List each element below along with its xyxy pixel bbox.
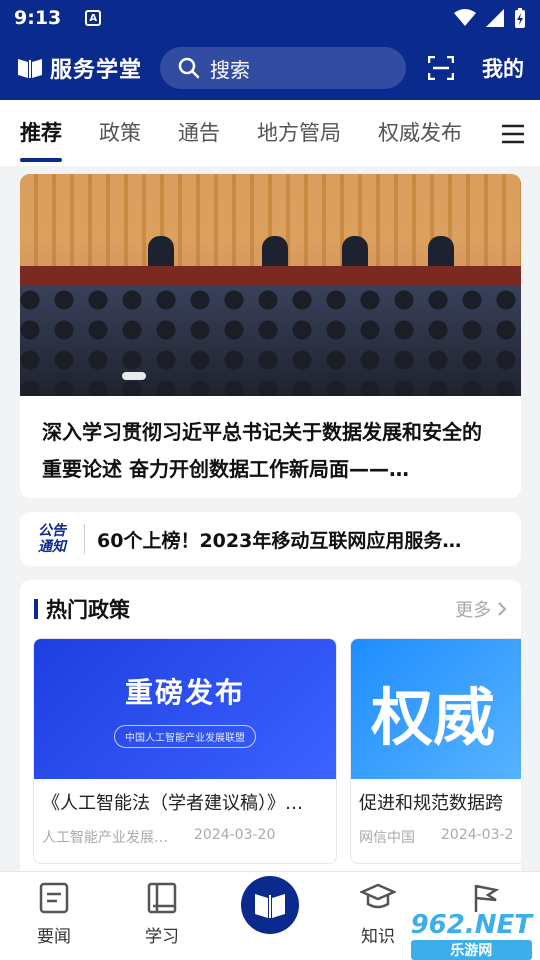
tab-local-bureau[interactable]: 地方管局 xyxy=(257,100,341,166)
search-input[interactable]: 搜索 xyxy=(160,47,406,89)
notice-badge: 公告 通知 xyxy=(32,523,72,555)
nav-news[interactable]: 要闻 xyxy=(0,872,108,960)
watermark-line1: 962.NET xyxy=(410,910,532,940)
notice-text: 60个上榜！2023年移动互联网应用服务… xyxy=(97,529,462,552)
policy-card-title: 促进和规范数据跨 xyxy=(359,793,503,814)
policy-card-meta: 人工智能产业发展… 2024-03-20 xyxy=(34,815,336,847)
policy-card-image: 重磅发布 中国人工智能产业发展联盟 xyxy=(34,639,336,779)
policy-card[interactable]: 重磅发布 中国人工智能产业发展联盟 《人工智能法（学者建议稿）》… 人工智能产业… xyxy=(33,638,337,864)
tab-authority-release[interactable]: 权威发布 xyxy=(378,100,462,166)
policy-image-title: 重磅发布 xyxy=(124,675,245,709)
chevron-right-icon xyxy=(498,602,507,616)
notification-icon: A xyxy=(85,10,102,26)
content-area: 深入学习贯彻习近平总书记关于数据发展和安全的重要论述 奋力开创数据工作新局面——… xyxy=(0,166,540,871)
hero-stage xyxy=(20,266,521,286)
status-right xyxy=(454,8,526,28)
policy-card[interactable]: 权威 促进和规范数据跨 网信中国 2024-03-2 xyxy=(350,638,521,864)
notice-bar[interactable]: 公告 通知 60个上榜！2023年移动互联网应用服务… xyxy=(20,512,521,566)
tab-announcement[interactable]: 通告 xyxy=(178,100,220,166)
hero-title: 深入学习贯彻习近平总书记关于数据发展和安全的重要论述 奋力开创数据工作新局面——… xyxy=(42,420,482,481)
hot-policy-title: 热门政策 xyxy=(46,598,130,622)
policy-card-image: 权威 xyxy=(351,639,521,779)
mine-button[interactable]: 我的 xyxy=(482,53,524,83)
category-tabs: 推荐 政策 通告 地方管局 权威发布 xyxy=(0,100,540,166)
hot-policy-section: 热门政策 更多 重磅发布 中国人工智能产业发展联盟 《人工智能法（学者建议稿）》… xyxy=(20,580,521,871)
notice-badge-line2: 通知 xyxy=(38,539,66,555)
policy-card-title: 《人工智能法（学者建议稿）》… xyxy=(42,793,303,814)
notice-divider xyxy=(84,524,85,554)
policy-card-source: 网信中国 xyxy=(359,830,415,846)
mortarboard-icon xyxy=(360,883,396,909)
app-logo: 服务学堂 xyxy=(16,52,158,84)
tab-recommend[interactable]: 推荐 xyxy=(20,100,62,166)
nav-home-center[interactable] xyxy=(216,872,324,960)
top-bar: 9:13 A 服务学堂 搜索 我的 xyxy=(0,0,540,100)
policy-card-source: 人工智能产业发展… xyxy=(42,830,168,846)
news-icon xyxy=(39,882,69,914)
center-logo-button xyxy=(241,876,299,934)
hero-figure xyxy=(428,236,454,268)
header: 服务学堂 搜索 我的 xyxy=(0,36,540,100)
nav-knowledge-label: 知识 xyxy=(361,927,395,947)
policy-card-meta: 网信中国 2024-03-2 xyxy=(351,815,521,847)
carousel-indicator xyxy=(122,372,146,380)
app-name: 服务学堂 xyxy=(50,58,143,83)
hero-figure xyxy=(262,236,288,268)
nav-study-label: 学习 xyxy=(145,927,179,947)
menu-icon[interactable] xyxy=(502,124,524,144)
signal-icon xyxy=(486,9,504,27)
nav-study[interactable]: 学习 xyxy=(108,872,216,960)
watermark-line2: 乐游网 xyxy=(410,940,532,960)
book-logo-icon xyxy=(18,59,42,78)
battery-icon xyxy=(515,8,525,28)
status-time: 9:13 xyxy=(14,7,62,29)
search-icon xyxy=(178,57,200,79)
more-label: 更多 xyxy=(455,600,492,621)
policy-card-date: 2024-03-2 xyxy=(441,827,514,843)
book-icon xyxy=(147,882,177,914)
wifi-icon xyxy=(454,9,476,26)
policy-card-date: 2024-03-20 xyxy=(194,827,276,843)
hero-crowd xyxy=(20,286,521,396)
hero-figure xyxy=(342,236,368,268)
hero-figure xyxy=(148,236,174,268)
hero-image xyxy=(20,174,521,396)
policy-image-subtitle: 中国人工智能产业发展联盟 xyxy=(114,724,256,748)
nav-news-label: 要闻 xyxy=(37,927,71,947)
hot-policy-header: 热门政策 更多 xyxy=(20,580,521,638)
hero-card[interactable]: 深入学习贯彻习近平总书记关于数据发展和安全的重要论述 奋力开创数据工作新局面——… xyxy=(20,174,521,498)
site-watermark: 962.NET 乐游网 xyxy=(410,910,532,960)
status-bar: 9:13 A xyxy=(0,0,540,36)
more-link[interactable]: 更多 xyxy=(455,596,507,622)
search-placeholder: 搜索 xyxy=(210,57,250,82)
policy-image-title: 权威 xyxy=(371,681,496,754)
app-logo-icon xyxy=(255,894,285,918)
section-accent-bar xyxy=(34,599,38,619)
notice-badge-line1: 公告 xyxy=(38,523,66,539)
tab-policy[interactable]: 政策 xyxy=(99,100,141,166)
scan-icon[interactable] xyxy=(428,56,454,80)
